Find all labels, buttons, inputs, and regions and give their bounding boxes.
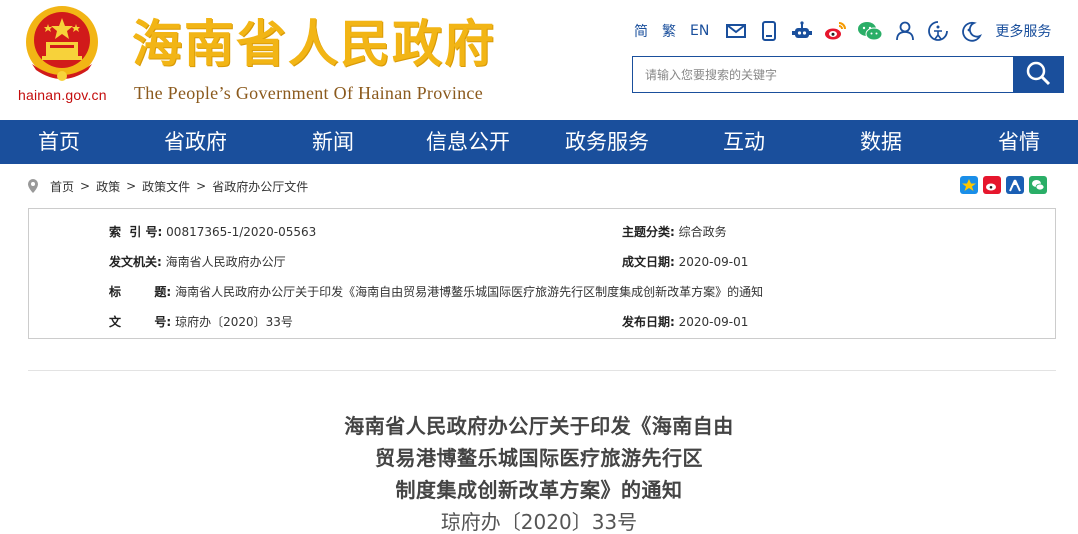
more-services-link[interactable]: 更多服务 — [995, 21, 1051, 41]
breadcrumb-separator: > — [126, 179, 137, 193]
search-icon — [1025, 60, 1051, 90]
breadcrumb-office-documents[interactable]: 省政府办公厅文件 — [212, 178, 308, 195]
info-issuer-value: 海南省人民政府办公厅 — [165, 255, 286, 269]
elder-mode-icon[interactable] — [960, 20, 983, 42]
info-index-value: 00817365-1/2020-05563 — [166, 225, 317, 239]
info-published-date: 发布日期: 2020-09-01 — [622, 313, 748, 330]
info-docno-label: 文 号: — [109, 315, 172, 329]
breadcrumb: 首页 > 政策 > 政策文件 > 省政府办公厅文件 — [26, 176, 308, 196]
qzone-icon[interactable] — [960, 176, 978, 194]
info-created-label: 成文日期: — [622, 255, 675, 269]
info-docno-value: 琼府办〔2020〕33号 — [175, 315, 293, 329]
wechat-icon[interactable] — [857, 20, 883, 42]
article-title-line-1: 海南省人民政府办公厅关于印发《海南自由 — [344, 414, 734, 438]
nav-item-news[interactable]: 新闻 — [312, 120, 354, 164]
info-created-date: 成文日期: 2020-09-01 — [622, 253, 748, 270]
info-issuer: 发文机关: 海南省人民政府办公厅 — [109, 253, 286, 270]
national-emblem-icon[interactable] — [22, 4, 102, 86]
nav-item-home[interactable]: 首页 — [38, 120, 80, 164]
site-subtitle: The People’s Government Of Hainan Provin… — [134, 83, 484, 103]
header-toolbar: 简 繁 EN 更多服务 — [634, 18, 1051, 44]
robot-icon[interactable] — [791, 20, 813, 42]
info-index-number: 索 引 号: 00817365-1/2020-05563 — [109, 223, 316, 240]
info-index-label: 索 引 号: — [109, 225, 163, 239]
article-doc-number: 琼府办〔2020〕33号 — [440, 510, 638, 534]
article-title-line-3: 制度集成创新改革方案》的通知 — [395, 478, 683, 502]
breadcrumb-home[interactable]: 首页 — [50, 178, 74, 195]
site-domain: hainan.gov.cn — [18, 87, 107, 103]
mobile-icon[interactable] — [758, 20, 780, 42]
info-category: 主题分类: 综合政务 — [622, 223, 727, 240]
breadcrumb-policy[interactable]: 政策 — [96, 178, 120, 195]
info-title-value: 海南省人民政府办公厅关于印发《海南自由贸易港博鳌乐城国际医疗旅游先行区制度集成创… — [175, 285, 764, 299]
info-category-value: 综合政务 — [678, 225, 727, 239]
nav-item-services[interactable]: 政务服务 — [565, 120, 649, 164]
site-title[interactable]: 海南省人民政府 — [132, 12, 496, 76]
location-pin-icon — [26, 178, 40, 194]
info-title-label: 标 题: — [109, 285, 172, 299]
info-title: 标 题: 海南省人民政府办公厅关于印发《海南自由贸易港博鳌乐城国际医疗旅游先行区… — [109, 283, 763, 300]
breadcrumb-separator: > — [80, 179, 91, 193]
lang-traditional-link[interactable]: 繁 — [662, 21, 676, 41]
nav-item-info-disclosure[interactable]: 信息公开 — [426, 120, 510, 164]
content-divider — [28, 370, 1056, 371]
info-published-value: 2020-09-01 — [678, 315, 749, 329]
search-bar — [632, 56, 1064, 93]
article-title-line-2: 贸易港博鳌乐城国际医疗旅游先行区 — [375, 446, 703, 470]
nav-item-data[interactable]: 数据 — [860, 120, 902, 164]
breadcrumb-policy-documents[interactable]: 政策文件 — [142, 178, 190, 195]
main-nav: 首页 省政府 新闻 信息公开 政务服务 互动 数据 省情 — [0, 120, 1078, 164]
accessibility-icon[interactable] — [927, 20, 949, 42]
lang-simplified-link[interactable]: 简 — [634, 21, 648, 41]
weibo-share-icon[interactable] — [983, 176, 1001, 194]
mail-icon[interactable] — [725, 20, 747, 42]
user-icon[interactable] — [894, 20, 916, 42]
info-issuer-label: 发文机关: — [109, 255, 162, 269]
nav-item-interaction[interactable]: 互动 — [723, 120, 765, 164]
info-category-label: 主题分类: — [622, 225, 675, 239]
nav-item-province-info[interactable]: 省情 — [998, 120, 1040, 164]
nav-item-government[interactable]: 省政府 — [164, 120, 227, 164]
info-published-label: 发布日期: — [622, 315, 675, 329]
site-header: hainan.gov.cn 海南省人民政府 The People’s Gover… — [0, 0, 1078, 120]
search-input[interactable] — [633, 57, 1013, 92]
weibo-icon[interactable] — [824, 20, 847, 42]
renren-icon[interactable] — [1006, 176, 1024, 194]
wechat-share-icon[interactable] — [1029, 176, 1047, 194]
document-info-box: 索 引 号: 00817365-1/2020-05563 主题分类: 综合政务 … — [28, 208, 1056, 339]
info-doc-number: 文 号: 琼府办〔2020〕33号 — [109, 313, 293, 330]
info-created-value: 2020-09-01 — [678, 255, 749, 269]
share-bar — [960, 176, 1052, 194]
search-button[interactable] — [1013, 57, 1063, 92]
lang-english-link[interactable]: EN — [690, 23, 709, 39]
breadcrumb-separator: > — [196, 179, 207, 193]
